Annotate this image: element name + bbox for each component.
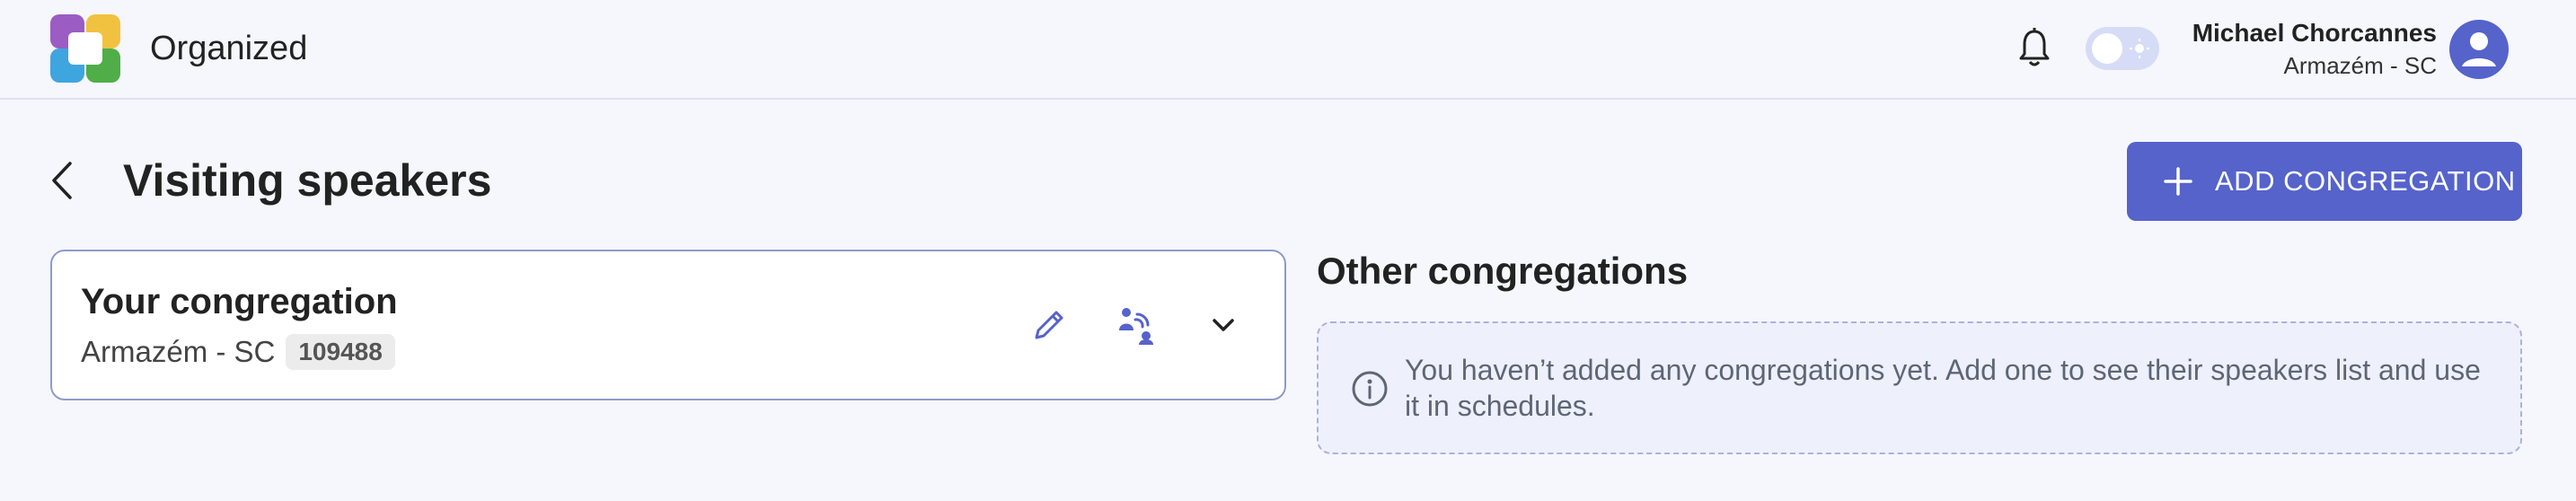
back-arrow-icon[interactable] [47,160,79,201]
other-congregations-title: Other congregations [1317,250,1689,292]
congregation-code-badge: 109488 [286,334,395,370]
pencil-icon[interactable] [1029,305,1069,345]
add-congregation-label: ADD CONGREGATION [2215,165,2516,197]
plus-icon [2164,167,2192,196]
card-subtitle: Armazém - SC 109488 [81,334,395,370]
empty-state-box: You haven’t added any congregations yet.… [1317,321,2522,454]
top-bar: Organized Michael Chorcannes Armazém - S… [0,0,2576,100]
app-logo-icon[interactable] [49,13,122,84]
user-avatar-icon[interactable] [2449,20,2509,79]
theme-toggle[interactable] [2086,27,2159,70]
add-congregation-button[interactable]: ADD CONGREGATION [2127,142,2522,221]
speakers-sharing-icon[interactable] [1116,303,1159,347]
user-location: Armazém - SC [2283,52,2437,79]
empty-state-message: You haven’t added any congregations yet.… [1405,354,2481,422]
chevron-down-icon[interactable] [1209,311,1238,339]
user-name: Michael Chorcannes [2192,19,2437,47]
your-congregation-card[interactable]: Your congregation Armazém - SC 109488 [50,250,1286,400]
info-icon [1352,371,1388,407]
card-title: Your congregation [81,282,398,321]
bell-icon[interactable] [2016,27,2052,68]
toggle-knob [2092,33,2122,64]
congregation-location: Armazém - SC [81,335,276,368]
app-name: Organized [150,30,308,67]
page-title: Visiting speakers [123,155,492,206]
sun-icon [2130,39,2149,58]
